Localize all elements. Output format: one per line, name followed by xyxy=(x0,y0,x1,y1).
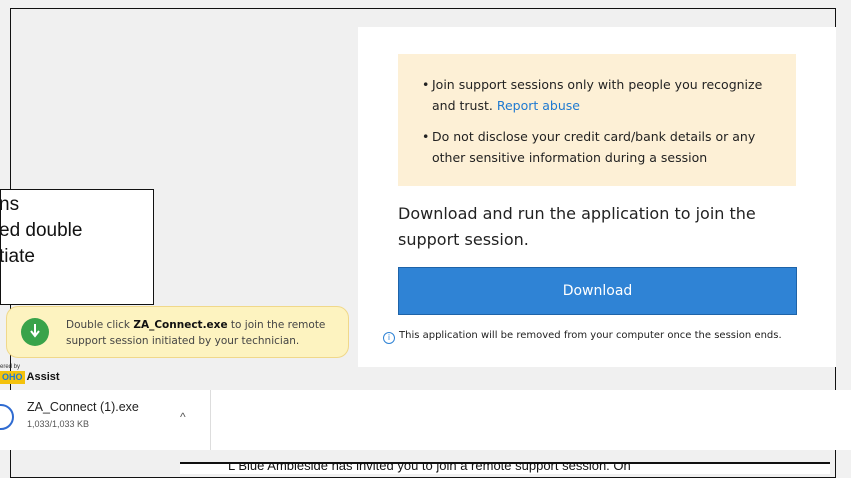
removal-info: i This application will be removed from y… xyxy=(383,330,782,344)
download-arrow-icon xyxy=(21,318,49,346)
safety-warning-box: Join support sessions only with people y… xyxy=(398,54,796,186)
warning-text-disclose: Do not disclose your credit card/bank de… xyxy=(432,129,756,165)
brand-name: OHO Assist xyxy=(0,371,60,384)
download-file-name: ZA_Connect (1).exe xyxy=(27,400,139,414)
removal-info-text: This application will be removed from yo… xyxy=(399,330,782,341)
report-abuse-link[interactable]: Report abuse xyxy=(497,98,580,113)
chevron-up-icon[interactable]: ^ xyxy=(180,410,194,424)
warning-list: Join support sessions only with people y… xyxy=(398,74,796,168)
callout-line-1: ns xyxy=(0,194,20,215)
info-icon: i xyxy=(383,332,395,344)
invitation-banner: L Blue Ambleside has invited you to join… xyxy=(180,462,830,474)
instruction-callout: ns ed double tiate xyxy=(0,189,154,305)
warning-text-trust: Join support sessions only with people y… xyxy=(432,77,763,113)
powered-by: ered by OHO Assist xyxy=(0,364,60,384)
arrow-down-icon xyxy=(30,324,40,338)
zoho-logo: OHO xyxy=(0,371,25,384)
invitation-text: L Blue Ambleside has invited you to join… xyxy=(228,462,631,473)
download-progress-icon xyxy=(0,404,14,430)
download-button[interactable]: Download xyxy=(398,267,797,315)
warning-item-disclose: Do not disclose your credit card/bank de… xyxy=(422,126,796,168)
downloads-bar: ZA_Connect (1).exe 1,033/1,033 KB ^ xyxy=(0,390,851,450)
callout-line-3: tiate xyxy=(0,246,35,267)
toast-prefix: Double click xyxy=(66,319,134,331)
callout-line-2: ed double xyxy=(0,220,83,241)
download-toast: Double click ZA_Connect.exe to join the … xyxy=(6,306,349,358)
toast-message: Double click ZA_Connect.exe to join the … xyxy=(66,317,341,349)
download-item[interactable]: ZA_Connect (1).exe 1,033/1,033 KB ^ xyxy=(0,390,211,450)
toast-file-name: ZA_Connect.exe xyxy=(133,319,228,331)
warning-item-trust: Join support sessions only with people y… xyxy=(422,74,796,116)
brand-text: Assist xyxy=(26,371,60,383)
powered-by-label: ered by xyxy=(0,364,21,370)
download-heading: Download and run the application to join… xyxy=(398,204,756,249)
download-file-size: 1,033/1,033 KB xyxy=(27,419,90,429)
